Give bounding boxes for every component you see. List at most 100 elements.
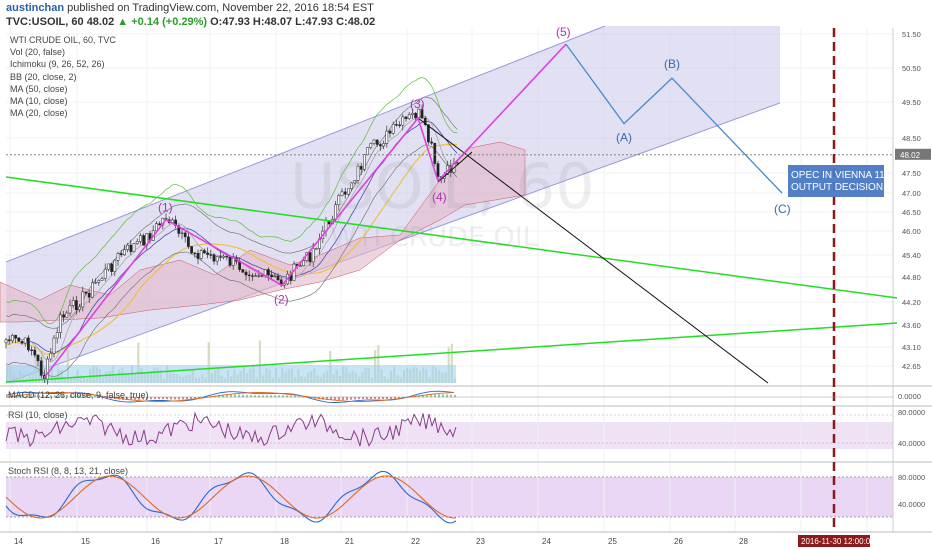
candle-body (78, 306, 81, 310)
macd-histogram-bar (298, 396, 300, 398)
price-tick-label: 46.50 (902, 208, 921, 217)
annotation-line-2: OUTPUT DECISION (791, 182, 883, 193)
macd-histogram-bar (238, 394, 240, 398)
macd-histogram-bar (362, 397, 364, 400)
author-link[interactable]: austinchan (6, 2, 64, 14)
candle-body (407, 114, 411, 119)
macd-histogram-bar (442, 394, 444, 398)
stoch-label[interactable]: Stoch RSI (8, 8, 13, 21, close) (8, 466, 128, 476)
candle-body (126, 244, 129, 250)
indicator-legend-item[interactable]: BB (20, close, 2) (10, 71, 116, 83)
price-tick-label: 43.10 (902, 343, 921, 352)
candle-body (107, 263, 110, 270)
candle-body (372, 139, 376, 144)
candle-body (215, 256, 219, 262)
candle-body (199, 250, 203, 259)
indicator-legend-item[interactable]: Ichimoku (9, 26, 52, 26) (10, 58, 116, 70)
candle-body (212, 254, 216, 262)
time-tick-label: 16 (151, 537, 160, 546)
candle-body (299, 265, 302, 267)
price-tick-label: 50.50 (902, 64, 921, 73)
price-tick-label: 48.50 (902, 134, 921, 143)
macd-histogram-bar (454, 394, 456, 398)
macd-histogram-bar (242, 394, 244, 398)
candle-body (155, 223, 158, 232)
price-tick-label: 49.50 (902, 98, 921, 107)
candle-body (219, 256, 222, 258)
macd-histogram-bar (262, 395, 264, 398)
candle-body (62, 314, 65, 318)
time-tick-label: 23 (476, 537, 485, 546)
time-tick-label: 28 (739, 537, 748, 546)
indicator-tick-label: 80.0000 (898, 473, 925, 482)
candle-body (206, 252, 209, 255)
candle-body (260, 275, 264, 277)
annotation-line-1: OPEC IN VIENNA 11/ (791, 170, 888, 181)
time-tick-label: 21 (345, 537, 354, 546)
macd-histogram-bar (354, 397, 356, 400)
candle-body (11, 334, 14, 342)
candle-body (84, 291, 88, 294)
price-axis[interactable]: 51.50 50.50 49.50 48.50 47.50 47.00 46.50 46.00… (902, 30, 921, 371)
indicator-legend-item[interactable]: Vol (20, false) (10, 46, 116, 58)
candle-body (427, 124, 430, 143)
price-tick-label: 44.80 (902, 273, 921, 282)
time-tick-label: 17 (214, 537, 223, 546)
macd-histogram-bar (434, 394, 436, 398)
chart-canvas[interactable]: (1)(2)(3)(4)(5)(A)(B)(C) OPEC IN VIENNA … (0, 0, 932, 550)
wave-label: (3) (410, 97, 425, 111)
candle-body (391, 124, 395, 134)
price-tick-label: 44.20 (902, 298, 921, 307)
macd-histogram-bar (190, 397, 192, 400)
candle-body (119, 253, 123, 256)
candle-body (17, 337, 21, 342)
macd-label[interactable]: MACD (12, 26, close, 9, false, true) (8, 390, 149, 400)
candle-body (103, 268, 107, 279)
symbol-label[interactable]: TVC:USOIL, 60 (6, 16, 84, 28)
candle-body (267, 269, 270, 276)
indicator-legend-item[interactable]: MA (20, close) (10, 107, 116, 119)
candle-body (430, 141, 433, 144)
macd-histogram-bar (274, 395, 276, 398)
time-tick-label: 14 (14, 537, 23, 546)
candle-body (158, 223, 161, 226)
macd-histogram-bar (338, 397, 340, 401)
candle-body (71, 300, 75, 306)
candle-body (33, 349, 37, 356)
indicator-legend-item[interactable]: MA (10, close) (10, 95, 116, 107)
price-tick-label: 46.00 (902, 227, 921, 236)
candle-body (398, 124, 401, 126)
macd-histogram-bar (266, 395, 268, 398)
price-badge-value: 48.02 (900, 151, 921, 160)
watermark-name: WTI CRUDE OIL (330, 222, 538, 253)
candle-body (190, 246, 193, 254)
macd-histogram-bar (370, 397, 372, 400)
candle-body (123, 249, 126, 256)
macd-histogram-bar (258, 395, 260, 398)
indicator-legend-item[interactable]: WTI CRUDE OIL, 60, TVC (10, 34, 116, 46)
candle-body (404, 116, 408, 119)
rsi-label[interactable]: RSI (10, close) (8, 410, 68, 420)
price-tick-label: 51.50 (902, 30, 921, 39)
candle-body (385, 130, 389, 144)
macd-histogram-bar (446, 394, 448, 398)
macd-histogram-bar (250, 395, 252, 398)
candle-body (94, 282, 97, 284)
candle-body (308, 252, 312, 263)
macd-histogram-bar (162, 397, 164, 400)
candle-body (193, 252, 197, 255)
macd-histogram-bar (158, 397, 160, 400)
candle-body (68, 305, 72, 314)
macd-histogram-bar (282, 395, 284, 398)
time-axis[interactable]: 14151617182122232425262829 (14, 537, 814, 546)
candle-body (59, 314, 62, 333)
candle-body (369, 143, 373, 148)
macd-histogram-bar (430, 394, 432, 398)
macd-histogram-bar (390, 397, 392, 400)
macd-histogram-bar (346, 397, 348, 400)
macd-histogram-bar (366, 397, 368, 400)
indicator-legend-item[interactable]: MA (50, close) (10, 83, 116, 95)
macd-histogram-bar (234, 394, 236, 398)
candle-body (4, 339, 8, 344)
candle-body (116, 253, 120, 261)
